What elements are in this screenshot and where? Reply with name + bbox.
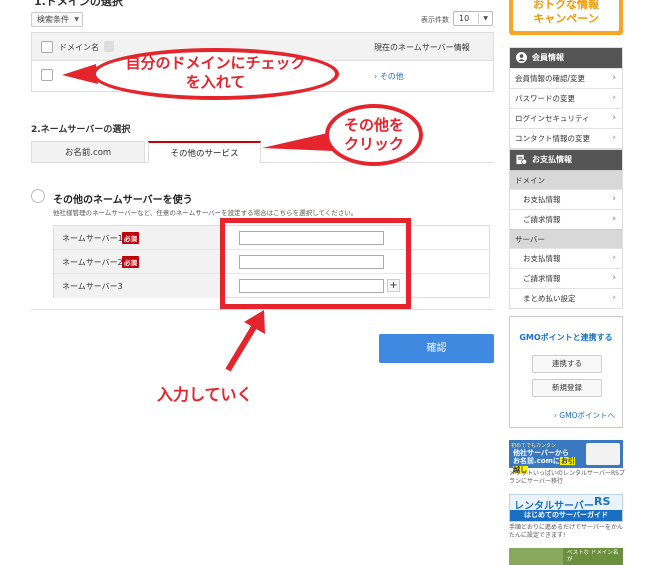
sidebar-item-password[interactable]: パスワードの変更 › xyxy=(510,88,622,108)
payment-info-header: お支払情報 xyxy=(510,150,622,170)
gmo-point-title: GMOポイントと連携する xyxy=(519,333,613,342)
sidebar-item-label: お支払情報 xyxy=(523,195,561,204)
sidebar-item-label: ログインセキュリティ xyxy=(515,114,590,123)
annotation-line: を入れて xyxy=(185,72,246,91)
annotation-text-click: その他を クリック xyxy=(325,116,423,154)
server-migration-banner[interactable]: 初めてでもカンタン 他社サーバーから お名前.comにお引越し xyxy=(509,440,623,474)
sidebar-group-server: サーバー xyxy=(510,229,622,248)
sidebar-item-server-payment[interactable]: お支払情報 › xyxy=(510,248,622,268)
chevron-right-icon: › xyxy=(612,93,616,103)
banner2-subtitle: はじめてのサーバーガイド xyxy=(510,510,622,521)
gmo-register-button[interactable]: 新規登録 xyxy=(532,379,602,397)
sidebar-item-bulk-payment[interactable]: まとめ払い設定 › xyxy=(510,288,622,308)
sidebar-item-label: お支払情報 xyxy=(523,254,561,263)
bubble2-pointer xyxy=(262,132,333,151)
sidebar-item-label: 会員情報の確認/変更 xyxy=(515,74,586,83)
sidebar-item-server-billing[interactable]: ご請求情報 › xyxy=(510,268,622,288)
sidebar-item-domain-payment[interactable]: お支払情報 › xyxy=(510,189,622,209)
gmo-point-box: GMOポイントと連携する 連携する 新規登録 › GMOポイントへ xyxy=(509,316,623,428)
input-arrow-shaft xyxy=(225,320,260,372)
domain-banner[interactable]: ベストな ドメイン名が xyxy=(509,548,623,565)
chevron-right-icon: › xyxy=(612,273,616,283)
banner2-caption: 手順どおりに進めるだけでサーバーをかんたんに設定できます! xyxy=(509,524,623,539)
chevron-right-icon: › xyxy=(612,293,616,303)
chevron-right-icon: › xyxy=(612,133,616,143)
sidebar-item-label: まとめ払い設定 xyxy=(523,294,576,303)
campaign-line2: キャンペーン xyxy=(533,12,599,25)
banner-small-text: 初めてでもカンタン xyxy=(511,443,557,449)
user-icon xyxy=(516,52,527,63)
banner3-photo xyxy=(509,548,563,565)
gmo-point-link[interactable]: › GMOポイントへ xyxy=(554,410,615,421)
sidebar-item-label: パスワードの変更 xyxy=(515,94,575,103)
banner-main-pre: 他社サーバーから xyxy=(513,449,569,457)
banner3-text: ベストな ドメイン名が xyxy=(567,550,619,564)
chevron-right-icon: › xyxy=(612,194,616,204)
chevron-right-icon: › xyxy=(612,73,616,83)
chevron-right-icon: › xyxy=(612,214,616,224)
payment-icon xyxy=(516,154,527,165)
member-info-header: 会員情報 xyxy=(510,48,622,68)
banner2-rs: RS xyxy=(594,495,611,508)
annotation-text-input: 入力していく xyxy=(157,385,253,404)
annotation-line: その他を xyxy=(343,116,404,134)
banner-main-post: お名前.comに xyxy=(513,457,560,466)
member-info-title: 会員情報 xyxy=(532,53,564,62)
payment-info-panel: お支払情報 ドメイン お支払情報 › ご請求情報 › サーバー お支払情報 › ご請求… xyxy=(509,149,623,309)
annotation-text-check: 自分のドメインにチェック を入れて xyxy=(92,54,339,92)
banner1-caption: メリットいっぱいのレンタルサーバーRSプランにサーバー移行 xyxy=(509,470,625,485)
sidebar-item-login-security[interactable]: ログインセキュリティ › xyxy=(510,108,622,128)
payment-info-title: お支払情報 xyxy=(532,155,572,164)
chevron-right-icon: › xyxy=(612,113,616,123)
sidebar-item-label: ご請求情報 xyxy=(523,274,561,283)
annotation-line: 自分のドメインにチェック xyxy=(125,54,306,72)
gmo-link-button[interactable]: 連携する xyxy=(532,355,602,373)
rental-server-guide-banner[interactable]: レンタルサーバー RS はじめてのサーバーガイド xyxy=(509,494,623,522)
annotation-line: クリック xyxy=(343,134,404,153)
chevron-right-icon: › xyxy=(612,253,616,263)
campaign-banner[interactable]: おトクな情報 キャンペーン xyxy=(509,0,623,35)
sidebar-item-member-info[interactable]: 会員情報の確認/変更 › xyxy=(510,68,622,88)
banner-illustration xyxy=(586,443,620,465)
sidebar-group-domain: ドメイン xyxy=(510,170,622,189)
sidebar-item-label: コンタクト情報の変更 xyxy=(515,134,590,143)
member-info-panel: 会員情報 会員情報の確認/変更 › パスワードの変更 › ログインセキュリティ › コ… xyxy=(509,47,623,149)
annotation-input-highlight xyxy=(220,218,411,309)
campaign-inner: おトクな情報 キャンペーン xyxy=(513,0,619,31)
sidebar-item-domain-billing[interactable]: ご請求情報 › xyxy=(510,209,622,229)
sidebar-item-contact[interactable]: コンタクト情報の変更 › xyxy=(510,128,622,148)
sidebar-item-label: ご請求情報 xyxy=(523,215,561,224)
